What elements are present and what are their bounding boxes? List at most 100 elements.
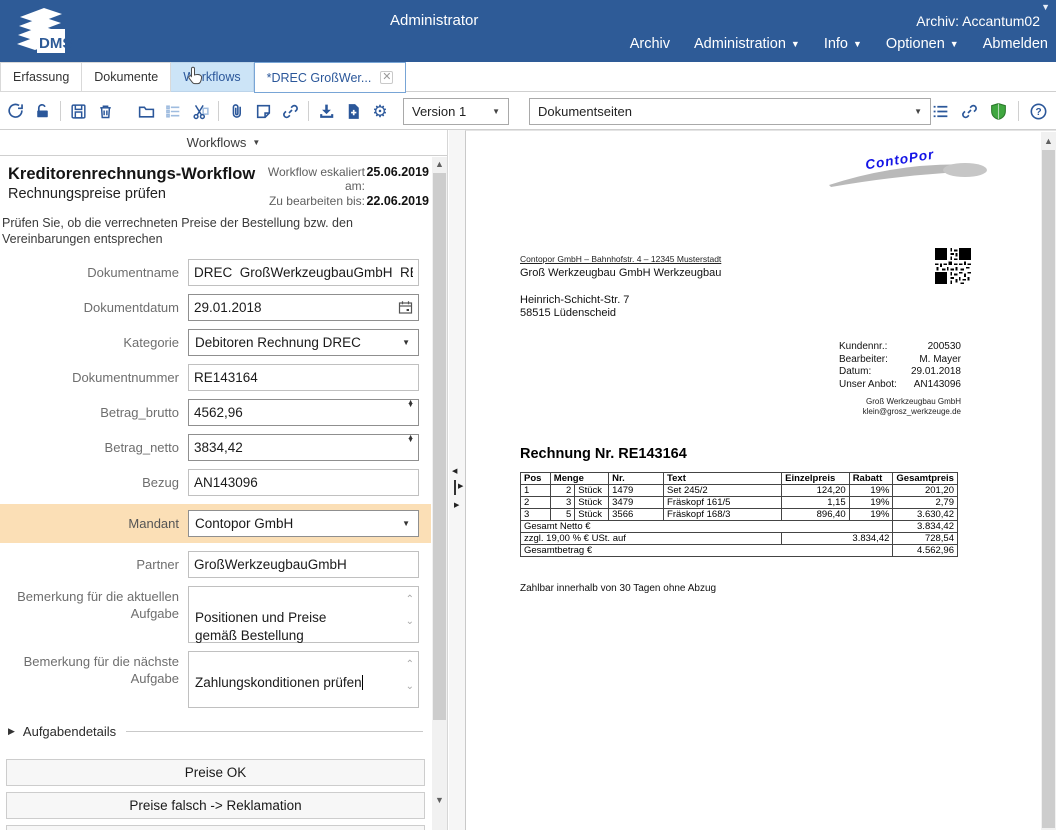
invoice-page: ContoPor Contopor GmbH – Bahnhofstr. 4 –… (467, 131, 1040, 830)
add-document-icon[interactable] (344, 102, 363, 121)
expand-right-icon[interactable]: ▶ (454, 502, 459, 509)
tab-dokumente[interactable]: Dokumente (82, 62, 171, 92)
scroll-down-icon[interactable]: ⌄ (406, 682, 414, 692)
chevron-down-icon: ▼ (950, 39, 959, 49)
scrollbar-thumb[interactable] (1042, 150, 1055, 828)
workflow-abbrechen-button[interactable]: Workflow abbrechen (6, 825, 425, 830)
number-stepper[interactable]: ▲▼ (407, 438, 414, 441)
supplier-small-print: Groß Werkzeugbau GmbH klein@grosz_werkze… (807, 397, 961, 417)
scroll-up-icon[interactable]: ⌃ (406, 660, 414, 670)
table-vat-row: zzgl. 19,00 % € USt. auf 3.834,42 728,54 (521, 533, 958, 545)
table-row: 35 Stück3566 Fräskopf 168/3896,40 19%3.6… (521, 509, 958, 521)
document-link-icon[interactable] (960, 102, 979, 121)
partner-input[interactable] (188, 551, 419, 578)
collapse-left-icon[interactable]: ◀ (452, 468, 457, 475)
contopor-logo: ContoPor (827, 145, 987, 191)
tab-document-drec[interactable]: *DREC GroßWer... ✕ (254, 62, 407, 93)
permissions-shield-icon[interactable] (989, 102, 1008, 121)
index-list-icon[interactable] (931, 102, 950, 121)
tab-erfassung[interactable]: Erfassung (0, 62, 82, 92)
divider (60, 101, 61, 121)
calendar-icon[interactable] (398, 300, 413, 320)
field-label: Kategorie (0, 335, 188, 351)
mouse-cursor-icon (188, 66, 206, 92)
view-dropdown[interactable]: Dokumentseiten▼ (529, 98, 931, 125)
field-label: Partner (0, 557, 188, 573)
chevron-down-icon: ▼ (402, 519, 410, 528)
dokumentdatum-input[interactable] (188, 294, 419, 321)
attachment-icon[interactable] (227, 102, 246, 121)
document-preview-panel: ContoPor Contopor GmbH – Bahnhofstr. 4 –… (465, 130, 1056, 830)
scroll-down-icon[interactable]: ⌄ (406, 617, 414, 627)
task-list-icon (164, 102, 183, 121)
chevron-down-icon: ▼ (791, 39, 800, 49)
workflow-dates: Workflow eskaliert am: 25.06.2019 Zu bea… (257, 165, 429, 208)
workflow-form: Kreditorenrechnungs-Workflow Rechnungspr… (0, 157, 431, 830)
chevron-down-icon: ▼ (853, 39, 862, 49)
due-date: 22.06.2019 (365, 194, 429, 208)
table-header-row: Pos Menge Nr. Text Einzelpreis Rabatt Ge… (521, 473, 958, 485)
tab-workflows[interactable]: Workflows (171, 62, 253, 92)
chevron-down-icon: ▼ (402, 338, 410, 347)
split-document-icon[interactable] (191, 102, 210, 121)
close-tab-icon[interactable]: ✕ (380, 71, 393, 84)
bezug-input[interactable] (188, 469, 419, 496)
mandant-select[interactable]: Contopor GmbH▼ (188, 510, 419, 537)
field-label: Mandant (0, 516, 188, 532)
page-title: Administrator (390, 12, 478, 29)
delete-icon[interactable] (96, 102, 115, 121)
number-stepper[interactable]: ▲▼ (407, 403, 414, 406)
link-icon[interactable] (281, 102, 300, 121)
toolbar-right-group: ? (931, 101, 1048, 121)
bemerkung-aktuell-textarea[interactable]: Positionen und Preise gemäß Bestellung ⌃… (188, 586, 419, 643)
save-icon[interactable] (69, 102, 88, 121)
preise-ok-button[interactable]: Preise OK (6, 759, 425, 786)
import-icon[interactable] (317, 102, 336, 121)
scroll-down-icon[interactable]: ▼ (432, 793, 447, 808)
nav-administration[interactable]: Administration▼ (694, 36, 800, 52)
version-dropdown[interactable]: Version 1▼ (403, 98, 509, 125)
aufgabendetails-expander[interactable]: ▶ Aufgabendetails (8, 724, 423, 739)
due-label: Zu bearbeiten bis: (257, 194, 365, 208)
dokumentnummer-input[interactable] (188, 364, 419, 391)
invoice-table: Pos Menge Nr. Text Einzelpreis Rabatt Ge… (520, 472, 958, 557)
scrollbar-thumb[interactable] (433, 173, 446, 720)
panel-dropdown[interactable]: Workflows▼ (0, 130, 447, 156)
nav-archiv[interactable]: Archiv (630, 36, 670, 52)
scroll-up-icon[interactable]: ⌃ (406, 595, 414, 605)
note-icon[interactable] (254, 102, 273, 121)
betrag-brutto-input[interactable] (188, 399, 419, 426)
document-scrollbar[interactable]: ▲ (1041, 132, 1056, 830)
payment-note: Zahlbar innerhalb von 30 Tagen ohne Abzu… (520, 583, 716, 594)
bemerkung-naechste-textarea[interactable]: Zahlungskonditionen prüfen ⌃ ⌄ (188, 651, 419, 708)
escalation-label: Workflow eskaliert am: (257, 165, 365, 194)
field-label: Betrag_netto (0, 440, 188, 456)
betrag-netto-input[interactable] (188, 434, 419, 461)
nav-info[interactable]: Info▼ (824, 36, 862, 52)
workflow-description: Prüfen Sie, ob die verrechneten Preise d… (0, 208, 431, 249)
corner-dropdown-icon[interactable]: ▼ (1041, 2, 1050, 12)
refresh-icon[interactable] (6, 102, 25, 121)
dokumentname-input[interactable] (188, 259, 419, 286)
splitter-handle[interactable] (454, 480, 456, 495)
preise-falsch-button[interactable]: Preise falsch -> Reklamation (6, 792, 425, 819)
settings-gear-icon[interactable]: ⚙ (371, 102, 389, 121)
panel-splitter[interactable]: ◀ ▶ ▶ (449, 130, 465, 830)
invoice-title: Rechnung Nr. RE143164 (520, 446, 687, 462)
nav-optionen[interactable]: Optionen▼ (886, 36, 959, 52)
folder-icon[interactable] (137, 102, 156, 121)
app-header: DMS Administrator Archiv: Accantum02 ▼ A… (0, 0, 1056, 62)
left-panel-scrollbar[interactable]: ▲ ▼ (432, 157, 447, 830)
scroll-up-icon[interactable]: ▲ (1041, 134, 1056, 149)
scroll-up-icon[interactable]: ▲ (432, 157, 447, 172)
expand-right-icon[interactable]: ▶ (458, 483, 463, 490)
table-net-row: Gesamt Netto € 3.834,42 (521, 521, 958, 533)
workflow-actions: Preise OK Preise falsch -> Reklamation W… (6, 759, 425, 830)
nav-abmelden[interactable]: Abmelden (983, 36, 1048, 52)
help-icon[interactable]: ? (1029, 102, 1048, 121)
unlock-icon[interactable] (33, 102, 52, 121)
recipient-name: Groß Werkzeugbau GmbH Werkzeugbau (520, 267, 721, 279)
divider (218, 101, 219, 121)
archive-label: Archiv: Accantum02 (916, 13, 1040, 29)
kategorie-select[interactable]: Debitoren Rechnung DREC▼ (188, 329, 419, 356)
